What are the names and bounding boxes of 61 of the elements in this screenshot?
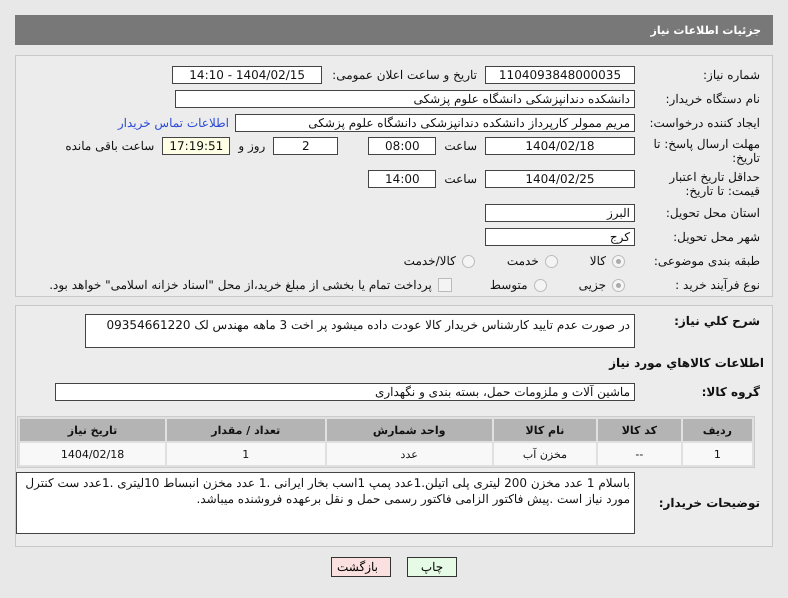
time-label: ساعت [444,171,477,188]
buyer-notes-field: باسلام 1 عدد مخزن 200 لیتری پلی اتیلن.1عدد پمپ 1اسب بخار ایرانی .1 عدد مخزن انبساط 10لیتری .1عدد ست کنترل مورد نیاز است .پیش فاکتور الزامی فاکتور رسمی حمل و نقل برعهده فروشنده میباشد. [16,472,635,534]
column-header: کد کالا [598,419,681,441]
table-cell: 1 [682,443,752,465]
page-title: جزئیات اطلاعات نیاز [650,24,761,36]
validity-time-field: 14:00 [368,170,436,188]
validity-date-field: 1404/02/25 [485,170,635,188]
column-header: واحد شمارش [326,419,492,441]
buyer-org-field: دانشکده دندانپزشکی دانشگاه علوم پزشکی [175,90,635,108]
radio-button[interactable] [544,254,558,268]
field-label: نام دستگاه خریدار: [664,92,761,106]
radio-label: متوسط [490,278,528,292]
remaining-time-field: 17:19:51 [162,137,230,155]
radio-button[interactable] [462,254,475,268]
column-header: نام کالا [494,419,596,441]
field-label: حداقل تاریخ اعتبار قیمت: تا تاریخ: [668,170,761,198]
checkbox-label: پرداخت تمام یا بخشی از مبلغ خرید،از محل "اسناد خزانه اسلامی" خواهد بود. [49,278,432,292]
deadline-time-field: 08:00 [368,137,436,155]
column-header: ردیف [682,419,752,441]
field-label: استان محل تحویل: [664,206,761,220]
goods-group-field: ماشین آلات و ملزومات حمل، بسته بندی و نگهداری [55,383,635,401]
radio-button[interactable] [534,278,547,292]
description-field: در صورت عدم تایید کارشناس خریدار کالا عودت داده میشود پر اخت 3 ماهه مهندس لک 09354661220 [85,314,635,348]
deadline-date-field: 1404/02/18 [485,137,635,155]
column-header: تعداد / مقدار [167,419,324,441]
table-cell: -- [598,443,681,465]
field-label: طبقه بندی موضوعی: [652,254,761,268]
field-label: شرح کلي نياز: [673,314,761,328]
radio-label: جزیی [578,278,606,292]
table-cell: 1404/02/18 [20,443,166,465]
requester-field: مریم ممولر کارپرداز دانشکده دندانپزشکی دانشگاه علوم پزشکی [235,114,635,132]
field-label: شهر محل تحویل: [672,230,761,244]
need-number-field: 1104093848000035 [485,66,635,84]
field-label: گروه کالا: [700,385,761,399]
field-label: توضیحات خریدار: [658,496,761,510]
radio-button[interactable] [612,278,625,292]
field-label: تاریخ و ساعت اعلان عمومی: [332,68,477,82]
field-label: مهلت ارسال پاسخ: تا تاریخ: [652,137,761,165]
radio-button[interactable] [612,254,625,268]
back-button[interactable]: بازگشت [331,557,391,577]
announce-date-field: 1404/02/15 - 14:10 [172,66,322,84]
buyer-contact-link[interactable]: اطلاعات تماس خریدار [118,116,229,130]
province-field: البرز [485,204,635,222]
days-field: 2 [273,137,338,155]
field-label: ایجاد کننده درخواست: [648,116,761,130]
field-label: شماره نیاز: [702,68,761,82]
radio-label: خدمت [506,254,539,268]
table-cell: مخزن آب [494,443,596,465]
checkbox[interactable] [438,278,452,292]
radio-label: کالا/خدمت [404,254,456,268]
section-title: اطلاعات کالاهاي مورد نياز [608,356,765,370]
table-cell: عدد [326,443,492,465]
column-header: تاریخ نیاز [20,419,166,441]
table-cell: 1 [167,443,324,465]
remaining-label: ساعت باقی مانده [65,138,154,155]
time-label: ساعت [444,138,477,155]
city-field: کرج [485,228,635,246]
days-label: روز و [238,138,266,155]
print-button[interactable]: چاپ [407,557,457,577]
radio-label: کالا [590,254,606,268]
field-label: نوع فرآیند خرید : [674,278,761,292]
